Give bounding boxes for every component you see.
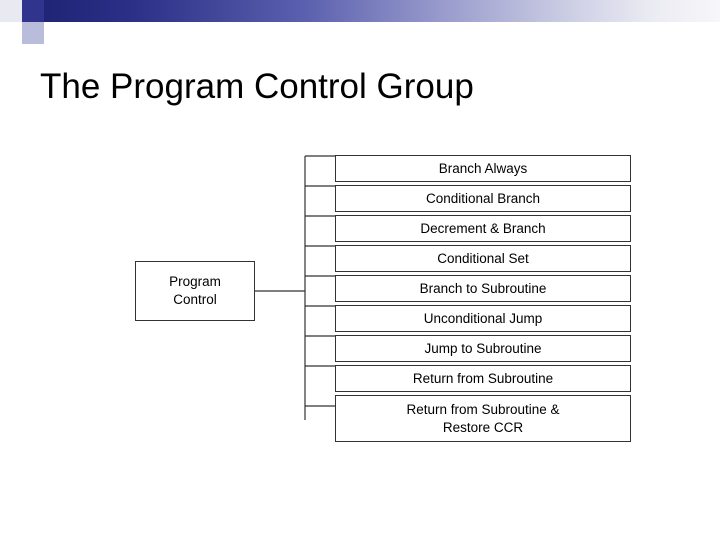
node-program-control-line2: Control: [173, 292, 217, 307]
program-control-diagram: Program Control Branch Always Conditiona…: [0, 0, 720, 540]
node-branch-to-subroutine-label: Branch to Subroutine: [419, 280, 547, 296]
node-branch-to-subroutine[interactable]: Branch to Subroutine: [335, 275, 631, 302]
node-program-control-line1: Program: [169, 274, 221, 289]
node-return-from-subroutine[interactable]: Return from Subroutine: [335, 365, 631, 392]
node-return-restore-ccr-line1: Return from Subroutine &: [406, 401, 560, 417]
node-conditional-branch-label: Conditional Branch: [425, 190, 541, 206]
node-unconditional-jump-label: Unconditional Jump: [423, 310, 543, 326]
node-jump-to-subroutine[interactable]: Jump to Subroutine: [335, 335, 631, 362]
node-decrement-and-branch-label: Decrement & Branch: [420, 220, 546, 236]
node-return-from-subroutine-label: Return from Subroutine: [412, 370, 554, 386]
node-branch-always-label: Branch Always: [438, 160, 528, 176]
node-jump-to-subroutine-label: Jump to Subroutine: [424, 340, 542, 356]
node-conditional-branch[interactable]: Conditional Branch: [335, 185, 631, 212]
node-return-restore-ccr-line2: Restore CCR: [442, 419, 524, 435]
node-program-control[interactable]: Program Control: [135, 261, 255, 321]
node-unconditional-jump[interactable]: Unconditional Jump: [335, 305, 631, 332]
node-decrement-and-branch[interactable]: Decrement & Branch: [335, 215, 631, 242]
node-branch-always[interactable]: Branch Always: [335, 155, 631, 182]
node-return-from-subroutine-restore-ccr[interactable]: Return from Subroutine & Restore CCR: [335, 395, 631, 442]
node-conditional-set[interactable]: Conditional Set: [335, 245, 631, 272]
node-conditional-set-label: Conditional Set: [437, 250, 529, 266]
